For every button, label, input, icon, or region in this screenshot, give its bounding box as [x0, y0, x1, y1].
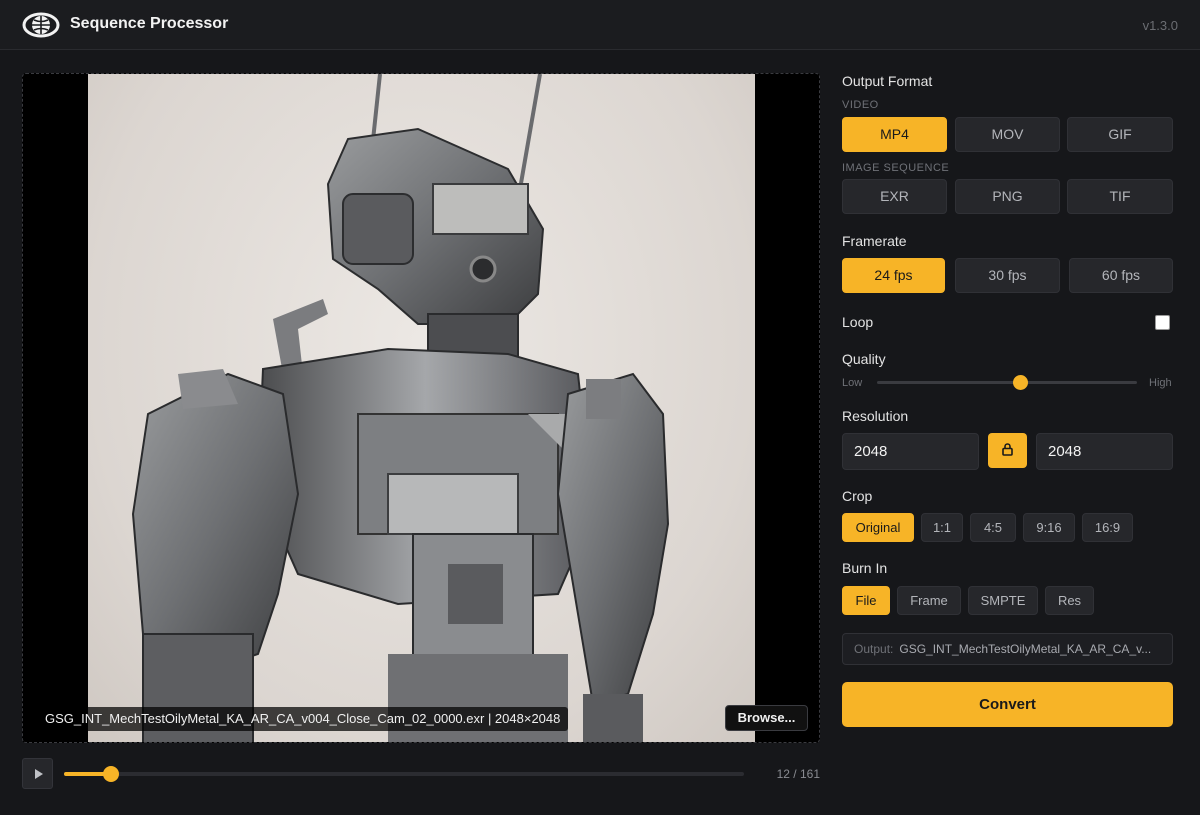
resolution-height-input[interactable]: 2048 — [1036, 433, 1173, 470]
format-mov-button[interactable]: MOV — [955, 117, 1060, 152]
crop-label: Crop — [842, 488, 873, 504]
resolution-label: Resolution — [842, 408, 909, 424]
output-filename-field[interactable]: Output: GSG_INT_MechTestOilyMetal_KA_AR_C… — [842, 633, 1173, 665]
burn-in-frame-button[interactable]: Frame — [897, 586, 961, 615]
crop-16-9-button[interactable]: 16:9 — [1082, 513, 1133, 542]
crop-1-1-button[interactable]: 1:1 — [921, 513, 963, 542]
quality-label: Quality — [842, 351, 886, 367]
aspect-lock-button[interactable] — [988, 433, 1027, 468]
format-tif-button[interactable]: TIF — [1067, 179, 1173, 214]
video-section-label: VIDEO — [842, 99, 879, 111]
crop-original-button[interactable]: Original — [842, 513, 914, 542]
image-viewer[interactable]: GSG_INT_MechTestOilyMetal_KA_AR_CA_v004_… — [22, 73, 820, 743]
output-format-label: Output Format — [842, 73, 933, 89]
format-exr-button[interactable]: EXR — [842, 179, 947, 214]
framerate-30-button[interactable]: 30 fps — [955, 258, 1060, 293]
quality-high-label: High — [1149, 377, 1172, 389]
timeline-handle[interactable] — [102, 766, 119, 782]
format-gif-button[interactable]: GIF — [1067, 117, 1173, 152]
crop-9-16-button[interactable]: 9:16 — [1023, 513, 1075, 542]
globe-eye-logo-icon — [22, 12, 60, 38]
image-sequence-section-label: IMAGE SEQUENCE — [842, 162, 950, 174]
version-label: v1.3.0 — [1142, 18, 1178, 33]
browse-button[interactable]: Browse... — [725, 705, 808, 731]
loop-checkbox[interactable] — [1155, 315, 1170, 330]
burn-in-smpte-button[interactable]: SMPTE — [968, 586, 1038, 615]
quality-slider-handle[interactable] — [1013, 375, 1028, 390]
frame-counter: 12 / 161 — [776, 767, 820, 781]
output-filename-value: GSG_INT_MechTestOilyMetal_KA_AR_CA_v... — [899, 642, 1152, 656]
timeline-slider[interactable] — [64, 766, 744, 782]
resolution-width-input[interactable]: 2048 — [842, 433, 979, 470]
play-button[interactable] — [22, 758, 53, 789]
convert-button[interactable]: Convert — [842, 682, 1173, 727]
format-png-button[interactable]: PNG — [955, 179, 1060, 214]
quality-low-label: Low — [842, 377, 863, 389]
format-mp4-button[interactable]: MP4 — [842, 117, 947, 152]
framerate-24-button[interactable]: 24 fps — [842, 258, 945, 293]
lock-icon — [1002, 443, 1013, 456]
burn-in-res-button[interactable]: Res — [1045, 586, 1094, 615]
burn-in-file-button[interactable]: File — [842, 586, 890, 615]
app-header: Sequence Processor v1.3.0 — [0, 0, 1200, 50]
quality-slider[interactable] — [877, 375, 1137, 390]
robot-preview-image — [88, 74, 755, 742]
loop-label: Loop — [842, 314, 874, 330]
app-title: Sequence Processor — [70, 15, 229, 32]
framerate-60-button[interactable]: 60 fps — [1069, 258, 1173, 293]
crop-4-5-button[interactable]: 4:5 — [970, 513, 1016, 542]
output-prefix-label: Output: — [854, 642, 894, 656]
file-name-label: GSG_INT_MechTestOilyMetal_KA_AR_CA_v004_… — [37, 707, 569, 731]
framerate-label: Framerate — [842, 233, 907, 249]
burn-in-label: Burn In — [842, 560, 888, 576]
